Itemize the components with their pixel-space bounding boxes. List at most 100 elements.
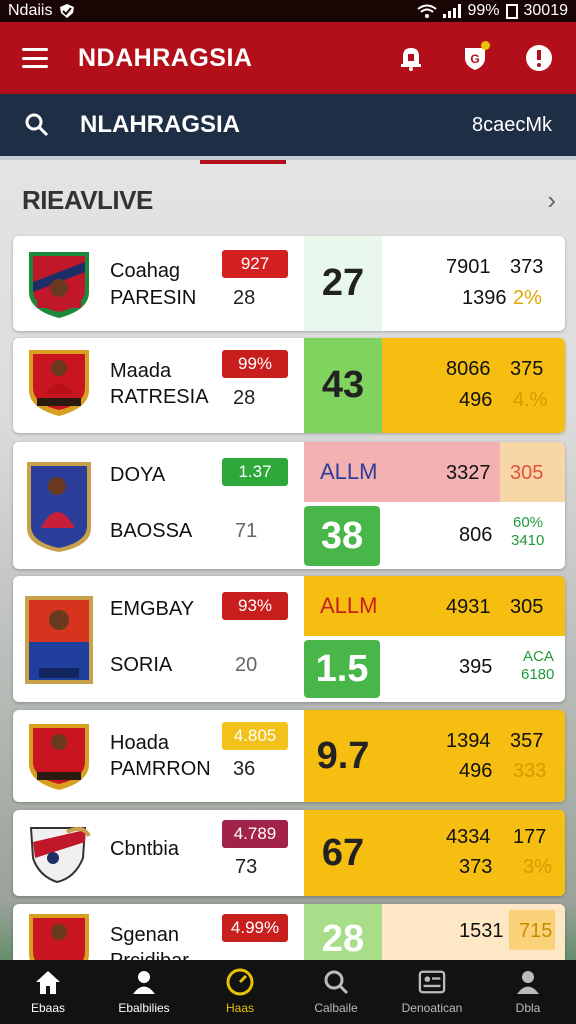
nav-cards[interactable]: Denoatican bbox=[384, 960, 480, 1024]
stat-percent: 333 bbox=[513, 760, 547, 782]
bell-icon[interactable] bbox=[396, 43, 426, 73]
team-name: Coahag bbox=[110, 260, 181, 282]
sub-value: 73 bbox=[235, 856, 258, 878]
stat-value: 8066 bbox=[446, 358, 491, 380]
signal-icon bbox=[443, 4, 462, 18]
stat-value: 375 bbox=[510, 358, 544, 380]
odds-badge: 1.37 bbox=[222, 458, 288, 486]
search-right-label[interactable]: 8caecMk bbox=[472, 114, 552, 137]
sub-value: 71 bbox=[235, 520, 258, 542]
nav-search[interactable]: Calbaile bbox=[288, 960, 384, 1024]
stat-value: 305 bbox=[510, 596, 544, 618]
stat-value: 357 bbox=[510, 730, 544, 752]
team-crest-icon bbox=[23, 248, 95, 320]
odds-badge: 99% bbox=[222, 350, 288, 378]
sub-value: 28 bbox=[233, 287, 256, 309]
menu-icon[interactable] bbox=[22, 48, 48, 68]
odds-badge: 4.789 bbox=[222, 820, 288, 848]
score: 27 bbox=[304, 236, 382, 331]
home-icon bbox=[34, 969, 62, 995]
team-crest-icon bbox=[23, 592, 95, 688]
notification-dot bbox=[481, 41, 490, 50]
stat-value: 4931 bbox=[446, 596, 491, 618]
bottom-nav: Ebaas Ebalbilies Haas Calbaile Denoatica… bbox=[0, 960, 576, 1024]
sub-value: 36 bbox=[233, 758, 256, 780]
team-crest-icon bbox=[23, 818, 95, 890]
wifi-icon bbox=[417, 4, 438, 18]
battery-icon bbox=[505, 3, 518, 19]
sub-value: 20 bbox=[235, 654, 258, 676]
stat-value: 305 bbox=[510, 462, 544, 484]
team-crest-icon bbox=[23, 346, 95, 418]
list-item[interactable]: Hoada PAMRRON 4.805 36 9.7 1394 496 357 … bbox=[13, 710, 565, 802]
score: 1.5 bbox=[304, 640, 380, 698]
app-bar: NDAHRAGSIA G bbox=[0, 22, 576, 94]
search-title: NLAHRAGSIA bbox=[80, 111, 240, 138]
stat-value: 496 bbox=[459, 389, 493, 411]
team-subname: PAMRRON bbox=[110, 758, 211, 780]
stat-percent: 60% bbox=[513, 514, 544, 531]
app-title: NDAHRAGSIA bbox=[78, 43, 253, 72]
stat-value: 806 bbox=[459, 524, 493, 546]
odds-badge: 93% bbox=[222, 592, 288, 620]
nav-label: Ebalbilies bbox=[118, 1001, 170, 1015]
list-item[interactable]: Maada RATRESIA 99% 28 43 8066 496 375 4.… bbox=[13, 338, 565, 433]
nav-live[interactable]: Haas bbox=[192, 960, 288, 1024]
stat-value: 496 bbox=[459, 760, 493, 782]
alert-label: ALLM bbox=[320, 593, 378, 618]
stat-percent: 2% bbox=[513, 287, 542, 309]
stat-value: 3327 bbox=[446, 462, 491, 484]
nav-stats[interactable]: Ebalbilies bbox=[96, 960, 192, 1024]
nav-label: Dbla bbox=[515, 1001, 541, 1015]
score: 43 bbox=[304, 338, 382, 433]
list-item[interactable]: Coahag PARESIN 927 28 27 7901 1396 373 2… bbox=[13, 236, 565, 331]
stat-value: 373 bbox=[510, 256, 544, 278]
team-name: Cbntbia bbox=[110, 838, 179, 860]
chevron-right-icon[interactable]: › bbox=[547, 185, 556, 216]
list-item[interactable]: DOYA BAOSSA 1.37 71 ALLM 38 3327 806 305… bbox=[13, 442, 565, 569]
nav-label: Haas bbox=[225, 1001, 254, 1015]
stat-value: 715 bbox=[519, 920, 553, 942]
section-title: RIEAVLIVE bbox=[22, 184, 153, 215]
svg-text:G: G bbox=[470, 52, 479, 66]
stat-value: 1531 bbox=[459, 920, 504, 942]
list-item[interactable]: EMGBAY SORIA 93% 20 ALLM 1.5 4931 395 30… bbox=[13, 576, 565, 702]
nav-profile[interactable]: Dbla bbox=[480, 960, 576, 1024]
shield-icon[interactable]: G bbox=[460, 41, 490, 73]
gauge-icon bbox=[226, 968, 254, 996]
nav-home[interactable]: Ebaas bbox=[0, 960, 96, 1024]
stat-value: 177 bbox=[513, 826, 547, 848]
team-crest-icon bbox=[23, 720, 95, 792]
card-icon bbox=[418, 969, 446, 995]
stat-value: 373 bbox=[459, 856, 493, 878]
stat-value: 7901 bbox=[446, 256, 491, 278]
search-bar[interactable]: NLAHRAGSIA 8caecMk bbox=[0, 94, 576, 160]
stat-value: 1394 bbox=[446, 730, 491, 752]
stats-panel bbox=[382, 338, 565, 433]
score: 9.7 bbox=[316, 734, 370, 777]
battery-percent: 99% bbox=[467, 2, 500, 19]
score: 38 bbox=[304, 506, 380, 566]
search-icon[interactable] bbox=[24, 112, 50, 138]
team-subname: PARESIN bbox=[110, 287, 197, 309]
team-name: Maada bbox=[110, 360, 172, 382]
score: 67 bbox=[321, 831, 365, 874]
nav-label: Denoatican bbox=[401, 1001, 463, 1015]
team-subname: SORIA bbox=[110, 654, 173, 676]
profile-icon bbox=[514, 969, 542, 995]
section-header[interactable]: RIEAVLIVE › bbox=[22, 180, 556, 220]
nav-label: Ebaas bbox=[30, 1001, 66, 1015]
team-subname: RATRESIA bbox=[110, 386, 209, 408]
info-icon[interactable] bbox=[524, 43, 554, 73]
list-item[interactable]: Cbntbia 4.789 73 67 4334 373 177 3% bbox=[13, 810, 565, 896]
tab-indicator bbox=[200, 160, 286, 164]
team-crest-icon bbox=[23, 458, 95, 554]
stat-percent: ACA bbox=[523, 648, 554, 665]
person-icon bbox=[130, 969, 158, 995]
nav-label: Calbaile bbox=[314, 1001, 358, 1015]
team-name: Hoada bbox=[110, 732, 169, 754]
stat-value: 1396 bbox=[462, 287, 507, 309]
clock: 30019 bbox=[523, 2, 569, 19]
stat-value: 395 bbox=[459, 656, 493, 678]
alert-label: ALLM bbox=[320, 459, 378, 484]
